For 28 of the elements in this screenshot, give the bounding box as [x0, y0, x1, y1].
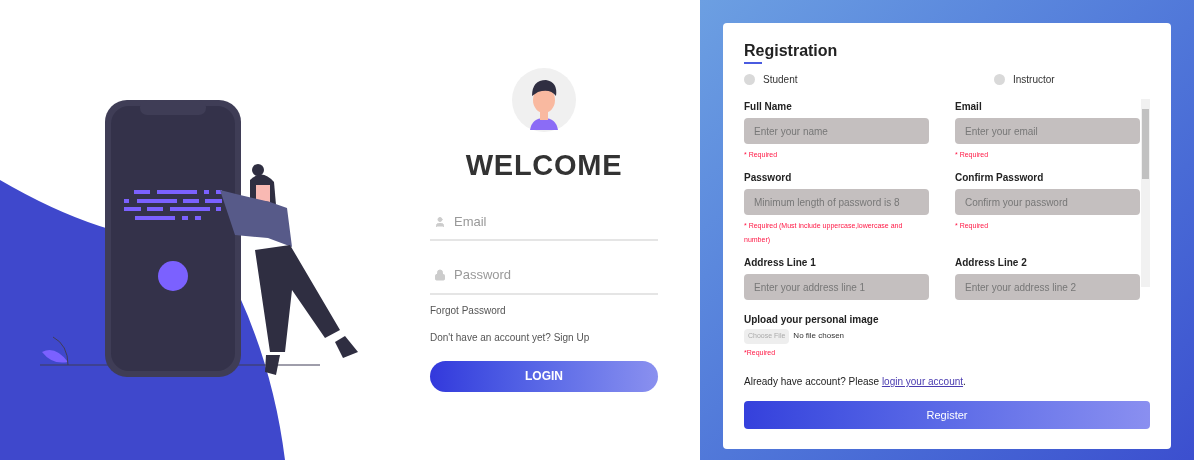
text-field[interactable]: Confirm your password [955, 189, 1140, 215]
text-field[interactable]: Enter your address line 2 [955, 274, 1140, 300]
forgot-password-link[interactable]: Forgot Password [430, 302, 506, 318]
user-icon [434, 215, 446, 228]
text-field[interactable]: Enter your address line 1 [744, 274, 929, 300]
field-label: Email [955, 100, 983, 114]
lock-icon [434, 269, 446, 281]
file-status: No file chosen [793, 330, 845, 343]
text-field[interactable]: Enter your email [955, 118, 1140, 144]
text-field[interactable]: Enter your name [744, 118, 929, 144]
field-label: Confirm Password [955, 171, 1045, 185]
upload-label: Upload your personal image [744, 313, 880, 327]
avatar-icon [512, 68, 576, 133]
field-label: Full Name [744, 100, 793, 114]
signup-prompt[interactable]: Don't have an account yet? Sign Up [430, 329, 590, 345]
role-radio[interactable]: Instructor [947, 72, 1150, 87]
role-radio[interactable]: Student [744, 72, 947, 87]
login-button[interactable]: LOGIN [430, 360, 658, 392]
field-label: Password [744, 171, 793, 185]
field-label: Address Line 1 [744, 256, 817, 270]
welcome-heading: WELCOME [465, 148, 623, 184]
login-field[interactable]: Email [454, 211, 654, 232]
login-prompt: Already have account? Please login your account. [744, 375, 967, 389]
registration-title: Registration [744, 41, 839, 61]
field-label: Address Line 2 [955, 256, 1028, 270]
text-field[interactable]: Minimum length of password is 8 [744, 189, 929, 215]
register-button[interactable]: Register [744, 401, 1150, 429]
login-field[interactable]: Password [454, 265, 654, 285]
